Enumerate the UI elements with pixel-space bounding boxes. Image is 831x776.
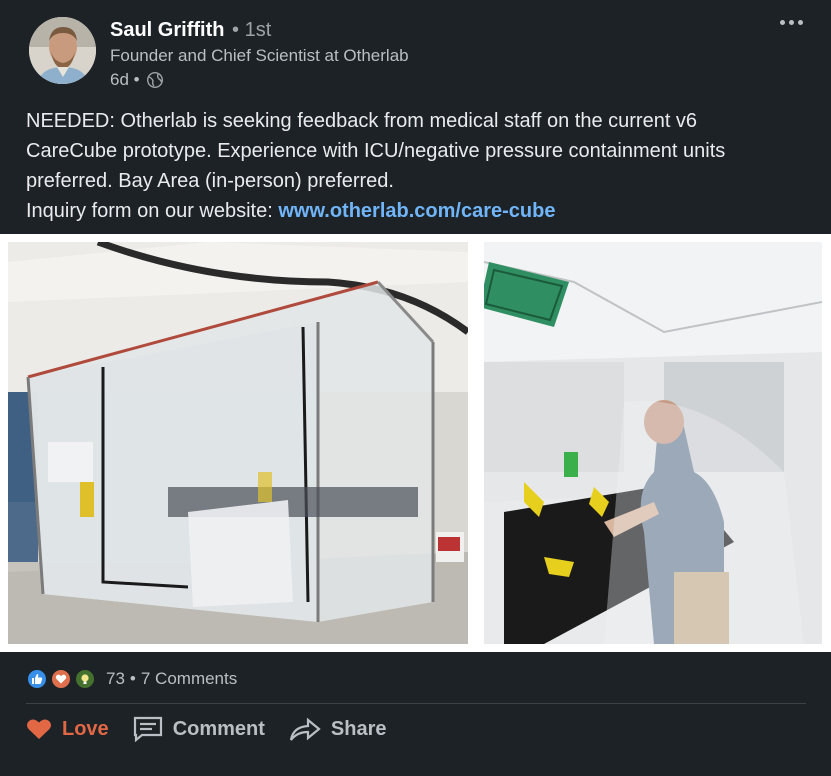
social-text: 73 • 7 Comments (106, 669, 237, 689)
post-card: Saul Griffith • 1st Founder and Chief Sc… (0, 0, 831, 776)
link-prefix: Inquiry form on our website: (26, 200, 279, 222)
love-icon (50, 668, 72, 690)
comment-icon (133, 716, 163, 742)
website-link[interactable]: www.otherlab.com/care-cube (278, 200, 555, 222)
reaction-icons (26, 668, 98, 690)
author-block: Saul Griffith • 1st Founder and Chief Sc… (110, 18, 409, 91)
comment-label: Comment (172, 717, 265, 740)
action-bar: Love Comment Share (26, 716, 387, 742)
author-name-line: Saul Griffith • 1st (110, 18, 409, 42)
post-line: NEEDED: Otherlab is seeking feedback fro… (26, 110, 698, 132)
reaction-count[interactable]: 73 (106, 669, 125, 688)
globe-icon (146, 71, 164, 89)
post-media[interactable] (0, 234, 831, 652)
love-label: Love (62, 717, 109, 740)
share-button[interactable]: Share (289, 716, 387, 742)
author-name[interactable]: Saul Griffith (110, 19, 224, 41)
separator-dot: • (129, 669, 136, 688)
more-options-icon[interactable] (780, 20, 803, 25)
heart-icon (26, 717, 52, 741)
share-label: Share (330, 717, 387, 740)
like-icon (26, 668, 48, 690)
love-button[interactable]: Love (26, 717, 109, 741)
insightful-icon (74, 668, 96, 690)
post-line-link: Inquiry form on our website: www.otherla… (26, 196, 806, 226)
comment-button[interactable]: Comment (133, 716, 265, 742)
carecube-interior-photo[interactable] (484, 242, 822, 644)
connection-degree: • 1st (232, 19, 272, 41)
divider (26, 703, 806, 704)
social-counts[interactable]: 73 • 7 Comments (26, 666, 237, 692)
post-line: preferred. Bay Area (in-person) preferre… (26, 170, 394, 192)
author-headline: Founder and Chief Scientist at Otherlab (110, 46, 409, 65)
post-time: 6d • (110, 70, 140, 89)
post-line: CareCube prototype. Experience with ICU/… (26, 140, 726, 162)
carecube-exterior-photo[interactable] (8, 242, 468, 644)
post-text: NEEDED: Otherlab is seeking feedback fro… (26, 106, 806, 226)
post-meta: 6d • (110, 69, 409, 91)
share-icon (289, 716, 321, 742)
author-avatar[interactable] (29, 17, 96, 84)
comments-count[interactable]: 7 Comments (141, 669, 237, 688)
